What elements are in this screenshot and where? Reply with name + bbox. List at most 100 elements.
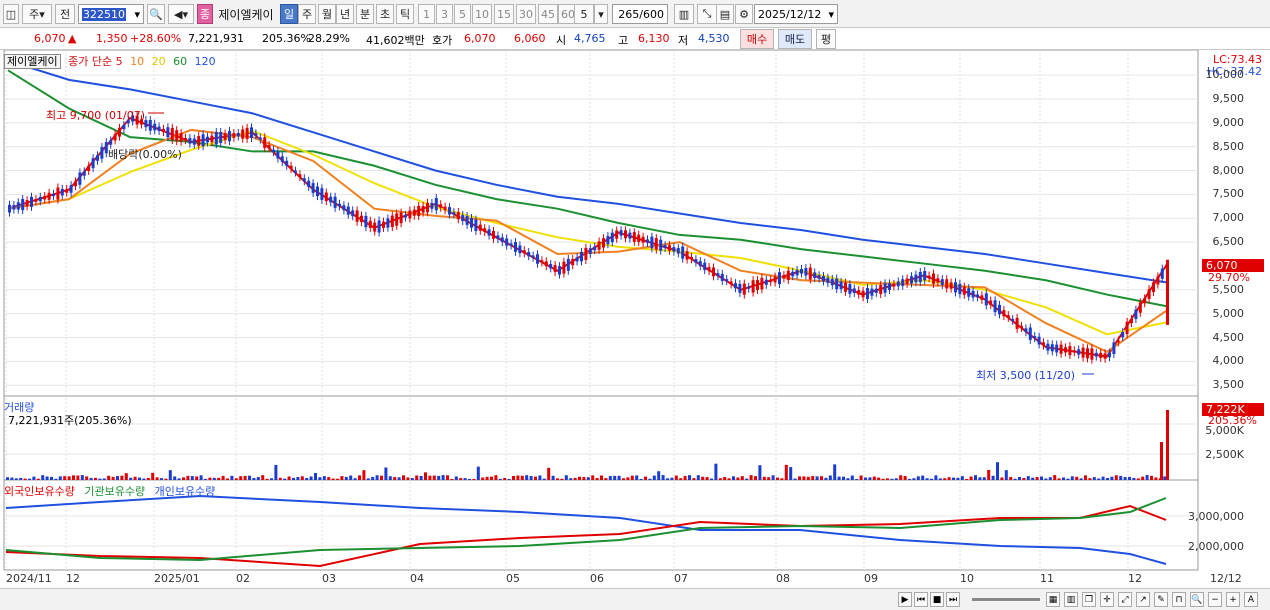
minute-option-3[interactable]: 10 (472, 4, 492, 24)
zoom-slider[interactable] (972, 598, 1040, 601)
count-total: /600 (639, 7, 664, 21)
minute-option-5[interactable]: 30 (516, 4, 536, 24)
volume-bar (877, 477, 881, 480)
code-input[interactable]: 322510 ▾ (78, 4, 144, 24)
volume-bar (573, 477, 577, 480)
text-icon[interactable]: ✎ (1154, 592, 1168, 607)
period-6[interactable]: 틱 (396, 4, 414, 24)
candle-body (641, 236, 645, 243)
speaker-icon[interactable]: ◀▾ (168, 4, 194, 24)
candle-body (637, 234, 641, 243)
forward-icon[interactable]: ⏭ (946, 592, 960, 607)
minus-icon[interactable]: − (1208, 592, 1222, 607)
count-input[interactable]: 265/600 (612, 4, 668, 24)
volume-bar (868, 477, 872, 480)
volume-bar (828, 475, 832, 480)
volume-bar (960, 476, 964, 480)
grid-icon[interactable]: ▤ (716, 4, 734, 24)
volume-bar (982, 477, 986, 480)
period-4[interactable]: 분 (356, 4, 374, 24)
prefix-button[interactable]: 전 (55, 4, 75, 24)
volume-bar (732, 476, 735, 480)
turnover: 28.29% (308, 32, 350, 45)
minute-option-4[interactable]: 15 (494, 4, 514, 24)
volume-bar (1110, 476, 1114, 480)
period-3[interactable]: 년 (336, 4, 354, 24)
eval-button[interactable]: 평 (816, 29, 836, 49)
period-1[interactable]: 주 (298, 4, 316, 24)
volume-bar (740, 476, 744, 480)
volume-bar (217, 477, 221, 480)
minute-option-1[interactable]: 3 (436, 4, 453, 24)
buy-button[interactable]: 매수 (740, 29, 774, 49)
date-input[interactable]: 2025/12/12 ▾ (754, 4, 838, 24)
chart-tools-icon[interactable]: ▥ (674, 4, 694, 24)
x-tick: 07 (674, 572, 688, 585)
candle-body (905, 278, 909, 284)
candle-body (109, 140, 113, 145)
minute-option-0[interactable]: 1 (418, 4, 435, 24)
play-icon[interactable]: ▶ (898, 592, 912, 607)
candle-body (408, 210, 412, 219)
copy-icon[interactable]: ❐ (1082, 592, 1096, 607)
period-2[interactable]: 월 (318, 4, 336, 24)
period-5[interactable]: 초 (376, 4, 394, 24)
sell-button[interactable]: 매도 (778, 29, 812, 49)
candle-body (874, 288, 878, 293)
candle-body (122, 124, 126, 130)
ask: 6,070 (464, 32, 496, 45)
candle-body (439, 204, 443, 208)
volume-bar (1022, 477, 1026, 480)
volume-bar (974, 475, 977, 480)
volume-pane-frame (3, 395, 1199, 481)
arrow-icon[interactable]: ↗ (1136, 592, 1150, 607)
period-0[interactable]: 일 (280, 4, 298, 24)
volume-bar (925, 478, 929, 480)
magnet-icon[interactable]: ⊓ (1172, 592, 1186, 607)
gear-icon[interactable]: ⚙ (735, 4, 753, 24)
layout-icon[interactable]: ▦ (1046, 592, 1060, 607)
candle-body (1116, 340, 1120, 343)
code-value: 322510 (82, 7, 126, 21)
volume-bar (406, 477, 410, 480)
volume-bar-max (1166, 410, 1169, 480)
minute-dropdown[interactable]: ▾ (594, 4, 608, 24)
volume-bar (314, 473, 317, 480)
volume-bar (243, 475, 247, 480)
market-select[interactable]: 주 ▾ (22, 4, 52, 24)
candle-body (338, 203, 341, 207)
minute-option-2[interactable]: 5 (454, 4, 471, 24)
candle-body (971, 290, 975, 298)
candle-body (478, 224, 482, 231)
minute-value[interactable]: 5 (574, 4, 594, 24)
candle-body (610, 232, 614, 243)
draw-icon[interactable]: ⤡ (697, 4, 717, 24)
market-select-label: 주 (29, 8, 40, 21)
window-icon[interactable]: ◫ (3, 4, 19, 24)
chart-svg[interactable] (0, 50, 1270, 588)
volume-bar (336, 478, 339, 480)
candle-body (698, 261, 702, 267)
candle-body (773, 276, 777, 283)
trend-icon[interactable]: ⤢ (1118, 592, 1132, 607)
search-icon[interactable]: 🔍 (147, 4, 165, 24)
rewind-icon[interactable]: ⏮ (914, 592, 928, 607)
chart-area[interactable]: 제이엘케이 종가 단순 5 10 20 60 120 최고 9,700 (01/… (0, 50, 1270, 610)
minute-option-6[interactable]: 45 (538, 4, 558, 24)
crosshair-icon[interactable]: ✛ (1100, 592, 1114, 607)
candle-body (734, 283, 737, 289)
split-icon[interactable]: ▥ (1064, 592, 1078, 607)
plus-icon[interactable]: + (1226, 592, 1240, 607)
volume-bar (886, 478, 889, 480)
candle-body (412, 209, 416, 216)
bottom-bar: ▶ ⏮ ■ ⏭ ▦ ▥ ❐ ✛ ⤢ ↗ ✎ ⊓ 🔍 − + A (0, 588, 1270, 610)
volume-bar (353, 478, 357, 480)
candle-body (201, 134, 205, 147)
count-value: 265 (618, 7, 640, 21)
volume-bar (182, 477, 185, 480)
font-icon[interactable]: A (1244, 592, 1258, 607)
stop-icon[interactable]: ■ (930, 592, 944, 607)
volume-bar (613, 475, 617, 480)
candle-body (1125, 321, 1129, 335)
zoom-out-icon[interactable]: 🔍 (1190, 592, 1204, 607)
